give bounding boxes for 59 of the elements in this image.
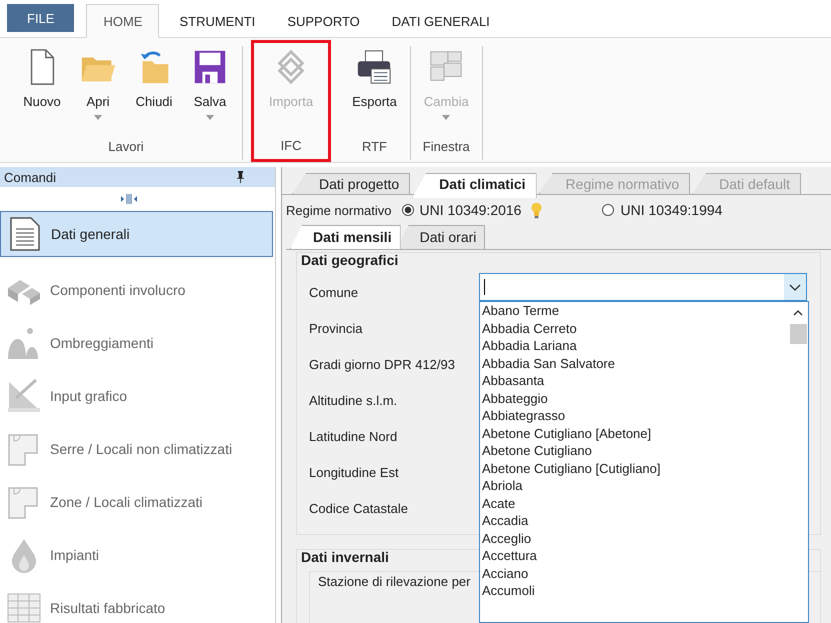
tab[interactable]: Dati progetto	[292, 173, 410, 194]
ribbon-button[interactable]: Salva	[182, 46, 238, 139]
dropdown-option[interactable]: Accadia	[482, 512, 788, 530]
tab[interactable]: Dati climatici	[412, 173, 537, 198]
scroll-up-icon[interactable]	[793, 310, 803, 316]
radio-option[interactable]: UNI 10349:2016	[402, 202, 522, 218]
caret-icon	[94, 115, 102, 120]
field-label: Codice Catastale	[309, 500, 409, 516]
ribbon-button[interactable]: Apri	[70, 46, 126, 139]
field-label: Stazione di rilevazione per	[318, 574, 472, 589]
dropdown-option[interactable]: Abetone Cutigliano	[482, 442, 788, 460]
dropdown-option[interactable]: Abetone Cutigliano [Cutigliano]	[482, 460, 788, 477]
group-label: Lavori	[107, 139, 145, 156]
dropdown-option[interactable]: Acate	[482, 494, 788, 512]
ribbon-button[interactable]: Esporta	[343, 46, 406, 139]
dropdown-option[interactable]: Acceglio	[482, 530, 788, 547]
dropdown-option[interactable]: Abbadia Lariana	[482, 337, 788, 354]
panel-title: Comandi	[4, 170, 56, 184]
field-label: Altitudine s.l.m.	[309, 392, 398, 408]
radio-option[interactable]: UNI 10349:1994	[602, 202, 722, 218]
group-label: IFC	[280, 138, 303, 155]
dropdown-option[interactable]: Abbadia Cerreto	[482, 320, 788, 337]
field-label: Longitudine Est	[309, 464, 400, 480]
ribbon-button[interactable]: Nuovo	[14, 46, 70, 139]
dropdown-option[interactable]: Acciano	[482, 564, 788, 582]
ribbon-tab[interactable]: STRUMENTI	[163, 4, 272, 38]
caret-icon	[442, 115, 450, 120]
set-square-icon	[6, 378, 42, 414]
dropdown-option[interactable]: Abriola	[482, 477, 788, 494]
section-title: Dati invernali	[301, 549, 389, 567]
caret-icon	[206, 115, 214, 120]
dropdown-icon[interactable]	[784, 274, 806, 300]
dropdown-option[interactable]: Abbadia San Salvatore	[482, 354, 788, 372]
sidebar-item[interactable]: Dati generali	[0, 211, 273, 257]
field-label: Provincia	[309, 320, 364, 336]
section-title: Dati geografici	[301, 252, 398, 270]
group-label: Finestra	[422, 139, 471, 156]
tab[interactable]: Dati mensili	[290, 225, 401, 249]
collapse-icon[interactable]	[120, 194, 136, 204]
group-label: RTF	[360, 139, 388, 156]
ribbon-tab[interactable]: HOME	[86, 4, 160, 38]
ribbon-tab[interactable]: SUPPORTO	[271, 4, 376, 38]
field-label: Comune	[309, 284, 360, 300]
dropdown-option[interactable]: Accettura	[482, 547, 788, 564]
dropdown-option[interactable]: Abbasanta	[482, 372, 788, 390]
ribbon-tab[interactable]: DATI GENERALI	[376, 4, 506, 38]
ribbon-tab[interactable]: FILE	[7, 4, 74, 32]
dropdown-option[interactable]: Abano Terme	[482, 302, 788, 320]
field-label: Gradi giorno DPR 412/93	[309, 356, 456, 372]
field-label: Latitudine Nord	[309, 428, 398, 444]
scrollbar-thumb[interactable]	[790, 324, 806, 344]
dropdown-option[interactable]: Abbateggio	[482, 390, 788, 407]
dropdown-option[interactable]: Abbiategrasso	[482, 407, 788, 424]
regime-label: Regime normativo	[286, 202, 392, 218]
pin-icon[interactable]	[236, 171, 245, 183]
printer-icon	[355, 48, 394, 86]
dropdown-option[interactable]: Abetone Cutigliano [Abetone]	[482, 424, 788, 442]
ribbon-button[interactable]: Chiudi	[126, 46, 182, 139]
dropdown-option[interactable]: Accumoli	[482, 582, 788, 600]
